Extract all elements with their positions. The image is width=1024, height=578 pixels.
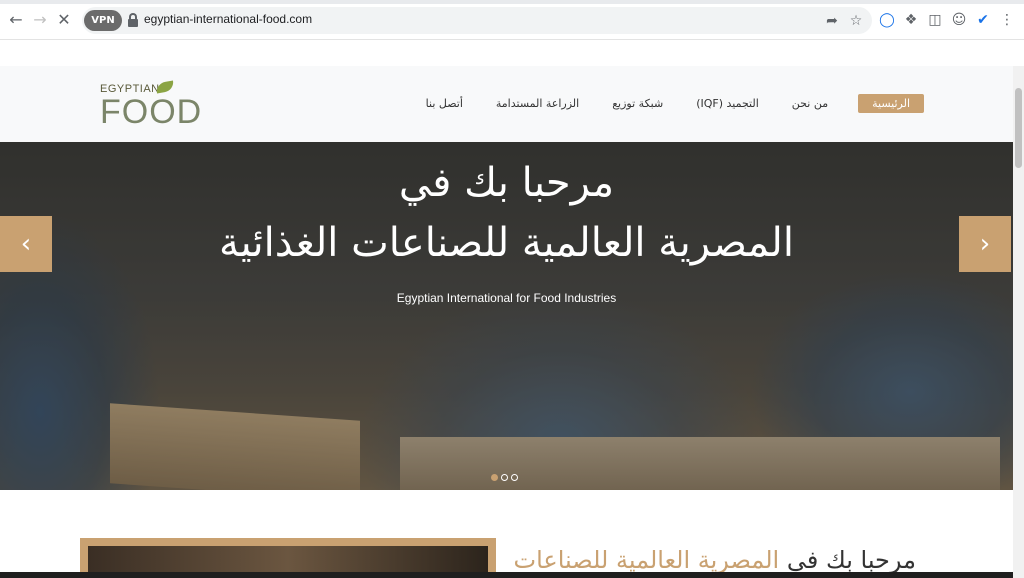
page-scrollbar[interactable] xyxy=(1013,66,1024,578)
hero-title-line1: مرحبا بك في xyxy=(398,160,615,206)
about-title-highlight: المصرية العالمية للصناعات xyxy=(513,546,780,574)
nav-item-iqf[interactable]: التجميد (IQF) xyxy=(696,97,759,110)
site-logo[interactable]: EGYPTIAN FOOD xyxy=(100,79,230,131)
hero-subtitle: Egyptian International for Food Industri… xyxy=(396,291,617,305)
slider-dot-2[interactable] xyxy=(501,474,508,481)
chevron-left-icon: ‹ xyxy=(20,229,32,259)
menu-kebab-icon[interactable]: ⋮ xyxy=(997,10,1017,30)
nav-item-distribution[interactable]: شبكة توزيع xyxy=(612,97,663,110)
hero-slider: مرحبا بك في المصرية العالمية للصناعات ال… xyxy=(0,142,1013,490)
slider-dots xyxy=(491,474,518,481)
main-nav: الرئيسية من نحن التجميد (IQF) شبكة توزيع… xyxy=(393,92,924,114)
address-bar[interactable]: VPN egyptian-international-food.com ➦ ☆ xyxy=(82,7,872,34)
nav-item-home[interactable]: الرئيسية xyxy=(858,93,924,113)
profile-avatar-icon[interactable]: ☺ xyxy=(949,10,969,30)
tab-strip xyxy=(0,0,1024,4)
about-title: مرحبا بك في المصرية العالمية للصناعات xyxy=(513,546,916,574)
chevron-right-icon: › xyxy=(979,229,991,259)
slider-prev-button[interactable]: ‹ xyxy=(0,216,52,272)
site-header: EGYPTIAN FOOD الرئيسية من نحن التجميد (I… xyxy=(0,66,1013,142)
extensions-puzzle-icon[interactable]: ❖ xyxy=(901,10,921,30)
slider-next-button[interactable]: › xyxy=(959,216,1011,272)
scrollbar-thumb[interactable] xyxy=(1015,88,1022,168)
logo-big-text: FOOD xyxy=(100,93,203,131)
share-icon[interactable]: ➦ xyxy=(822,11,842,31)
nav-item-agriculture[interactable]: الزراعة المستدامة xyxy=(496,97,579,110)
slider-dot-3[interactable] xyxy=(511,474,518,481)
stop-loading-icon[interactable]: ✕ xyxy=(54,10,74,30)
about-title-plain: مرحبا بك في xyxy=(786,546,916,574)
forward-arrow-icon[interactable]: → xyxy=(30,10,50,30)
extension-shield-icon[interactable]: ◯ xyxy=(877,10,897,30)
url-text[interactable]: egyptian-international-food.com xyxy=(144,12,312,26)
nav-item-about[interactable]: من نحن xyxy=(792,97,828,110)
os-taskbar xyxy=(0,572,1013,578)
slider-dot-1[interactable] xyxy=(491,474,498,481)
bookmark-star-icon[interactable]: ☆ xyxy=(846,11,866,31)
vpn-badge[interactable]: VPN xyxy=(84,10,122,31)
security-shield-icon[interactable]: ✔ xyxy=(973,10,993,30)
lock-icon[interactable] xyxy=(128,13,138,27)
back-arrow-icon[interactable]: ← xyxy=(6,10,26,30)
nav-item-contact[interactable]: أتصل بنا xyxy=(426,97,463,110)
browser-toolbar: ← → ✕ VPN egyptian-international-food.co… xyxy=(0,0,1024,40)
hero-title-line2: المصرية العالمية للصناعات الغذائية xyxy=(219,220,794,266)
side-panel-icon[interactable]: ◫ xyxy=(925,10,945,30)
